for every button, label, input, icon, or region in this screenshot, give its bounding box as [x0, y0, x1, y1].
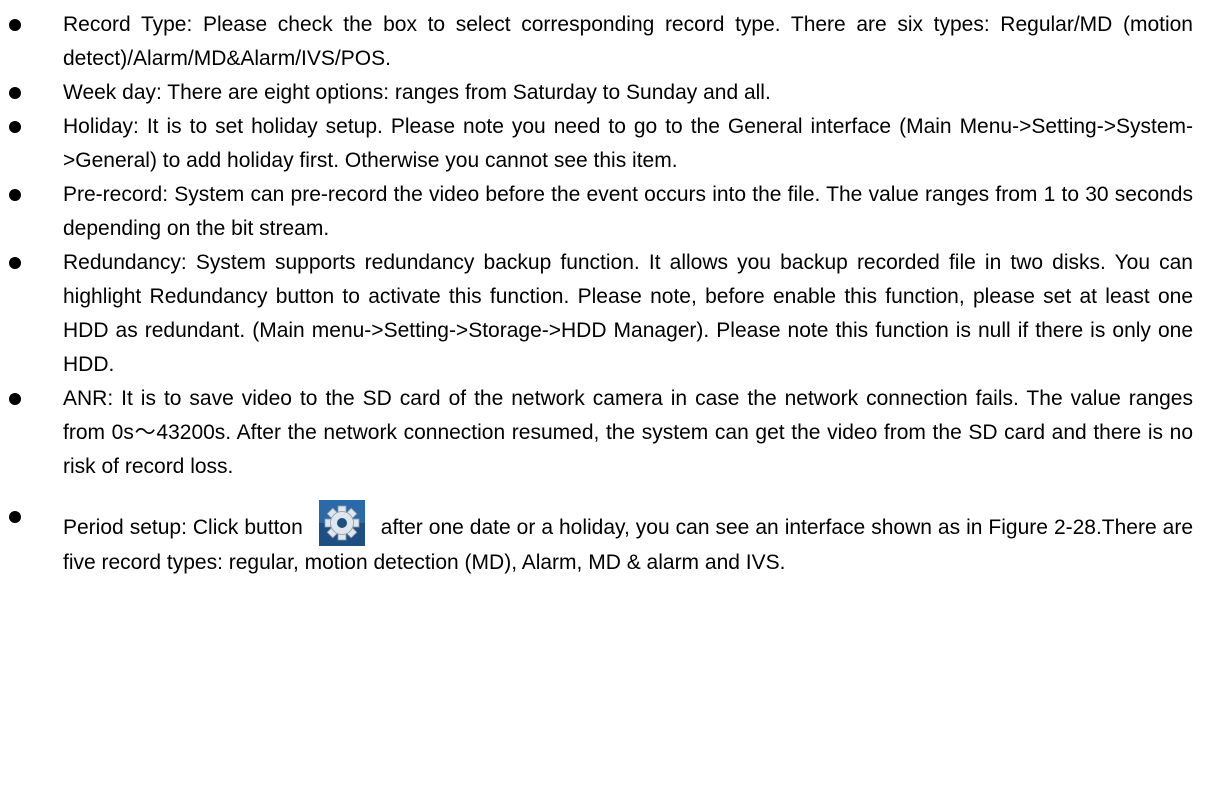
bullet-list: Record Type: Please check the box to sel…: [0, 0, 1215, 580]
bullet-text: Record Type: Please check the box to sel…: [63, 13, 1193, 70]
bullet-dot: [9, 393, 21, 405]
bullet-text: Week day: There are eight options: range…: [63, 81, 771, 104]
bullet-record-type: Record Type: Please check the box to sel…: [0, 8, 1215, 76]
bullet-text: ANR: It is to save video to the SD card …: [63, 387, 1193, 478]
bullet-dot: [9, 511, 21, 523]
bullet-holiday: Holiday: It is to set holiday setup. Ple…: [0, 110, 1215, 178]
bullet-dot: [9, 87, 21, 99]
bullet-text: Holiday: It is to set holiday setup. Ple…: [63, 115, 1193, 172]
bullet-dot: [9, 121, 21, 133]
bullet-text: Redundancy: System supports redundancy b…: [63, 251, 1193, 376]
bullet-period-setup: Period setup: Click button after one dat…: [0, 500, 1215, 580]
bullet-dot: [9, 257, 21, 269]
bullet-dot: [9, 189, 21, 201]
bullet-dot: [9, 19, 21, 31]
bullet-text-before: Period setup: Click button: [63, 516, 303, 539]
bullet-pre-record: Pre-record: System can pre-record the vi…: [0, 178, 1215, 246]
bullet-week-day: Week day: There are eight options: range…: [0, 76, 1215, 110]
bullet-redundancy: Redundancy: System supports redundancy b…: [0, 246, 1215, 382]
bullet-text: Pre-record: System can pre-record the vi…: [63, 183, 1193, 240]
bullet-anr: ANR: It is to save video to the SD card …: [0, 382, 1215, 484]
gear-icon: [318, 500, 365, 546]
